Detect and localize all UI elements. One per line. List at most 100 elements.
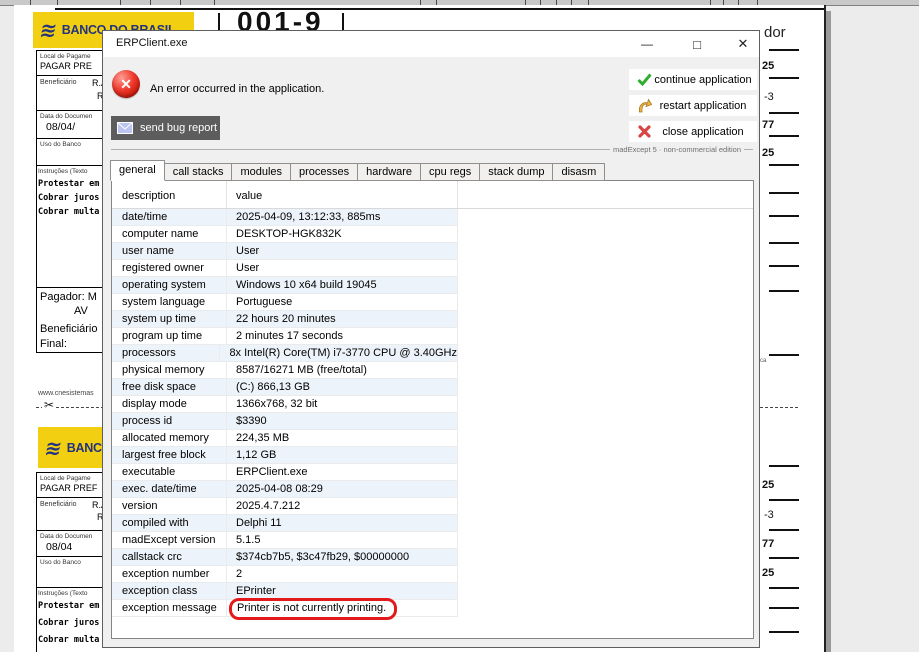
red-x-icon [635, 125, 653, 138]
right-value: 77 [762, 538, 774, 550]
table-row[interactable]: process id$3390 [112, 413, 458, 430]
table-row[interactable]: compiled withDelphi 11 [112, 515, 458, 532]
table-row[interactable]: free disk space(C:) 866,13 GB [112, 379, 458, 396]
restart-application-button[interactable]: restart application [629, 95, 757, 116]
row-value: Portuguese [227, 294, 458, 310]
tab-cpu-regs[interactable]: cpu regs [420, 163, 480, 181]
grid-header: description value [112, 181, 753, 209]
column-header-description[interactable]: description [112, 181, 227, 208]
tab-modules[interactable]: modules [231, 163, 291, 181]
grid-rows: date/time2025-04-09, 13:12:33, 885mscomp… [112, 209, 753, 617]
table-row[interactable]: exception messagePrinter is not currentl… [112, 600, 458, 617]
row-description: madExcept version [112, 532, 227, 548]
tab-general[interactable]: general [110, 160, 165, 181]
field-value-local-pagamento: PAGAR PRE [40, 61, 92, 71]
tab-stack-dump[interactable]: stack dump [479, 163, 553, 181]
table-row[interactable]: callstack crc$374cb7b5, $3c47fb29, $0000… [112, 549, 458, 566]
table-row[interactable]: user nameUser [112, 243, 458, 260]
banco-do-brasil-logo-icon: ≋ [38, 18, 59, 42]
banco-do-brasil-logo-icon: ≋ [43, 436, 64, 460]
row-value: 2 minutes 17 seconds [227, 328, 458, 344]
instruction-line: Cobrar multa [38, 207, 99, 217]
field-label-local-pagamento: Local de Pagame [40, 475, 91, 482]
row-description: process id [112, 413, 227, 429]
tab-hardware[interactable]: hardware [357, 163, 421, 181]
table-row[interactable]: processors8x Intel(R) Core(TM) i7-3770 C… [112, 345, 458, 362]
table-row[interactable]: display mode1366x768, 32 bit [112, 396, 458, 413]
tab-bar: generalcall stacksmodulesprocesseshardwa… [110, 159, 751, 181]
tab-call-stacks[interactable]: call stacks [164, 163, 233, 181]
slip-field-line [769, 529, 799, 531]
right-text-fragment-small: ca [760, 358, 766, 364]
row-description: operating system [112, 277, 227, 293]
table-row[interactable]: largest free block1,12 GB [112, 447, 458, 464]
table-row[interactable]: physical memory8587/16271 MB (free/total… [112, 362, 458, 379]
row-description: processors [112, 345, 220, 361]
row-value: 5.1.5 [227, 532, 458, 548]
slip-field-line [769, 242, 799, 244]
table-row[interactable]: executableERPClient.exe [112, 464, 458, 481]
table-row[interactable]: date/time2025-04-09, 13:12:33, 885ms [112, 209, 458, 226]
field-label-instrucoes: Instruções (Texto [38, 168, 88, 175]
row-value: 22 hours 20 minutes [227, 311, 458, 327]
table-row[interactable]: version2025.4.7.212 [112, 498, 458, 515]
field-label-instrucoes: Instruções (Texto [38, 590, 88, 597]
slip-field-line [769, 290, 799, 292]
column-header-value[interactable]: value [227, 181, 458, 208]
table-row[interactable]: program up time2 minutes 17 seconds [112, 328, 458, 345]
slip-field-line [769, 164, 799, 166]
envelope-icon [117, 122, 133, 134]
right-value: 77 [762, 119, 774, 131]
row-value: 2 [227, 566, 458, 582]
table-row[interactable]: computer nameDESKTOP-HGK832K [112, 226, 458, 243]
minimize-button[interactable]: — [625, 31, 669, 57]
slip-field-line [769, 499, 799, 501]
field-value-data-documento: 08/04 [46, 541, 72, 553]
table-row[interactable]: system languagePortuguese [112, 294, 458, 311]
document-top-border [55, 8, 824, 10]
row-description: physical memory [112, 362, 227, 378]
row-value: 8x Intel(R) Core(TM) i7-3770 CPU @ 3.40G… [220, 345, 458, 361]
title-bar[interactable]: ERPClient.exe — □ ✕ [103, 31, 759, 57]
table-row[interactable]: exception number2 [112, 566, 458, 583]
row-value: User [227, 243, 458, 259]
tab-disasm[interactable]: disasm [552, 163, 605, 181]
table-row[interactable]: allocated memory224,35 MB [112, 430, 458, 447]
tab-processes[interactable]: processes [290, 163, 358, 181]
maximize-button[interactable]: □ [675, 31, 719, 57]
table-row[interactable]: madExcept version5.1.5 [112, 532, 458, 549]
slip-field-line [769, 465, 799, 467]
row-description: system language [112, 294, 227, 310]
table-row[interactable]: registered ownerUser [112, 260, 458, 277]
row-description: exception number [112, 566, 227, 582]
right-value: 25 [762, 567, 774, 579]
close-application-button[interactable]: close application [629, 121, 757, 142]
close-button[interactable]: ✕ [721, 31, 765, 57]
row-description: callstack crc [112, 549, 227, 565]
row-value: EPrinter [227, 583, 458, 599]
table-row[interactable]: exec. date/time2025-04-08 08:29 [112, 481, 458, 498]
slip-field-line [769, 192, 799, 194]
send-bug-report-button[interactable]: send bug report [111, 116, 220, 140]
window-title: ERPClient.exe [116, 37, 188, 49]
slip-left-border [36, 472, 37, 652]
row-description: registered owner [112, 260, 227, 276]
slip-field-line [769, 557, 799, 559]
continue-application-button[interactable]: continue application [629, 69, 757, 90]
row-description: exec. date/time [112, 481, 227, 497]
field-label-uso-banco: Uso do Banco [40, 559, 81, 566]
row-value: Delphi 11 [227, 515, 458, 531]
row-value: Printer is not currently printing. [227, 600, 458, 616]
instruction-line: Cobrar multa [38, 635, 99, 645]
highlighted-exception-message: Printer is not currently printing. [229, 598, 397, 620]
details-pane: description value date/time2025-04-09, 1… [111, 180, 754, 639]
slip-field-line [769, 77, 799, 79]
table-row[interactable]: operating systemWindows 10 x64 build 190… [112, 277, 458, 294]
right-value: 25 [762, 147, 774, 159]
table-row[interactable]: system up time22 hours 20 minutes [112, 311, 458, 328]
row-description: allocated memory [112, 430, 227, 446]
row-value: 1,12 GB [227, 447, 458, 463]
error-message: An error occurred in the application. [150, 83, 324, 95]
row-description: exception message [112, 600, 227, 616]
field-label-uso-banco: Uso do Banco [40, 141, 81, 148]
